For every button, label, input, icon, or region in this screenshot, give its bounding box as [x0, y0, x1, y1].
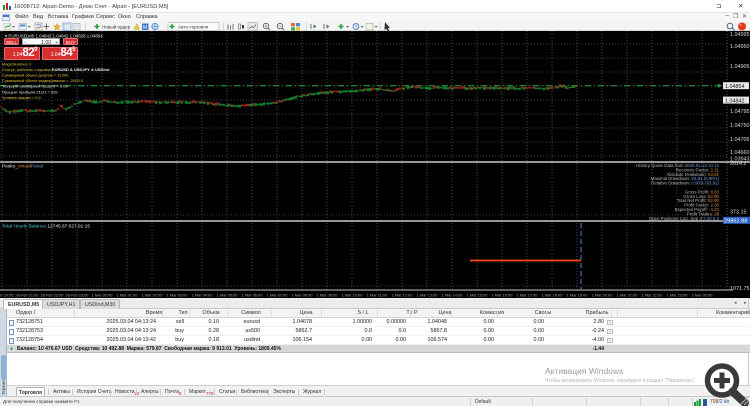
svg-text:1.04660: 1.04660	[730, 150, 750, 156]
svg-text:1.04795: 1.04795	[730, 109, 750, 115]
svg-text:1 Mar 09:00: 1 Mar 09:00	[317, 293, 339, 298]
svg-text:Суммарный объем докупок = 3100: Суммарный объем докупок = 31000	[2, 73, 69, 78]
svg-text:1 Mar 17:00: 1 Mar 17:00	[517, 293, 539, 298]
svg-text:Relative Drawdown: 0.90% (93.8: Relative Drawdown: 0.90% (93.81)	[651, 181, 719, 186]
svg-text:28 Feb 23:00: 28 Feb 23:00	[66, 293, 90, 298]
svg-text:1 Mar 22:00: 1 Mar 22:00	[642, 293, 664, 298]
svg-text:1 Mar 12:00: 1 Mar 12:00	[392, 293, 414, 298]
svg-text:1 Mar 08:00: 1 Mar 08:00	[292, 293, 314, 298]
svg-text:Авто-торговля: Авто-торговля	[178, 24, 209, 29]
svg-text:1 Mar 01:00: 1 Mar 01:00	[117, 293, 139, 298]
svg-text:1 Mar 10:00: 1 Mar 10:00	[342, 293, 364, 298]
svg-text:2 Mar 00:00: 2 Mar 00:00	[692, 293, 714, 298]
svg-text:1 Mar 11:00: 1 Mar 11:00	[367, 293, 388, 298]
svg-text:1 Mar 21:00: 1 Mar 21:00	[617, 293, 639, 298]
svg-text:28 Feb 21:00: 28 Feb 21:00	[16, 293, 40, 298]
svg-text:1 Mar 00:00: 1 Mar 00:00	[92, 293, 114, 298]
svg-text:1 Mar 02:00: 1 Mar 02:00	[142, 293, 164, 298]
svg-text:1 Mar 03:00: 1 Mar 03:00	[167, 293, 189, 298]
svg-text:1 Mar 19:00: 1 Mar 19:00	[567, 293, 589, 298]
svg-text:M: M	[143, 25, 147, 31]
svg-text:Pesko_virtualPanel: Pesko_virtualPanel	[2, 164, 43, 170]
svg-text:29862.88: 29862.88	[724, 219, 747, 225]
svg-text:373.15: 373.15	[730, 210, 747, 216]
svg-text:Процент прибыли 21/21 = 202: Процент прибыли 21/21 = 202	[2, 89, 58, 94]
svg-text:Новый ордер: Новый ордер	[102, 23, 131, 29]
svg-text:1 Mar 06:00: 1 Mar 06:00	[242, 293, 264, 298]
svg-text:1.04950: 1.04950	[730, 44, 750, 50]
svg-text:1.04905: 1.04905	[730, 64, 750, 70]
svg-text:1 Mar 04:00: 1 Mar 04:00	[192, 293, 214, 298]
svg-text:1 Mar 14:00: 1 Mar 14:00	[442, 293, 464, 298]
svg-text:28 Feb 20:05: 28 Feb 20:05	[0, 293, 13, 298]
svg-text:1 Mar 15:00: 1 Mar 15:00	[467, 293, 489, 298]
svg-text:Open Positions Corr. Sep 4 2.3: Open Positions Corr. Sep 4 2.30 6.2	[649, 216, 720, 221]
svg-text:28 Feb 22:00: 28 Feb 22:00	[41, 293, 65, 298]
svg-text:1 Mar 13:00: 1 Mar 13:00	[417, 293, 439, 298]
svg-text:MagicNumber: 0: MagicNumber: 0	[2, 61, 32, 66]
svg-text:1.04854: 1.04854	[725, 84, 745, 90]
svg-text:1 Mar 18:00: 1 Mar 18:00	[542, 293, 564, 298]
svg-text:2014.2: 2014.2	[730, 161, 747, 167]
svg-text:1071.75: 1071.75	[730, 286, 750, 292]
svg-text:Уровень маржи = 0.0: Уровень маржи = 0.0	[2, 95, 42, 100]
svg-text:1.04995: 1.04995	[730, 32, 750, 38]
svg-text:1 Mar 05:00: 1 Mar 05:00	[217, 293, 239, 298]
svg-text:1.04750: 1.04750	[730, 123, 750, 129]
svg-text:1 Mar 20:00: 1 Mar 20:00	[592, 293, 614, 298]
svg-text:1 Mar 23:00: 1 Mar 23:00	[667, 293, 689, 298]
svg-text:Текущий суммарный профит = 0.0: Текущий суммарный профит = 0.00	[2, 84, 69, 89]
svg-text:1.04705: 1.04705	[730, 137, 750, 143]
svg-text:1.04842: 1.04842	[725, 98, 745, 104]
svg-text:Статус: работаю с парами EURUS: Статус: работаю с парами EURUSD & USDJPY…	[2, 67, 110, 72]
svg-text:1 Mar 16:00: 1 Mar 16:00	[492, 293, 514, 298]
svg-text:Total Hourly Balance 12745.67: Total Hourly Balance 12745.67 627.91 15	[2, 224, 90, 230]
svg-text:Суммарный объем хеджирования =: Суммарный объем хеджирования = -2000.0	[2, 78, 84, 83]
svg-text:1 Mar 07:00: 1 Mar 07:00	[267, 293, 289, 298]
